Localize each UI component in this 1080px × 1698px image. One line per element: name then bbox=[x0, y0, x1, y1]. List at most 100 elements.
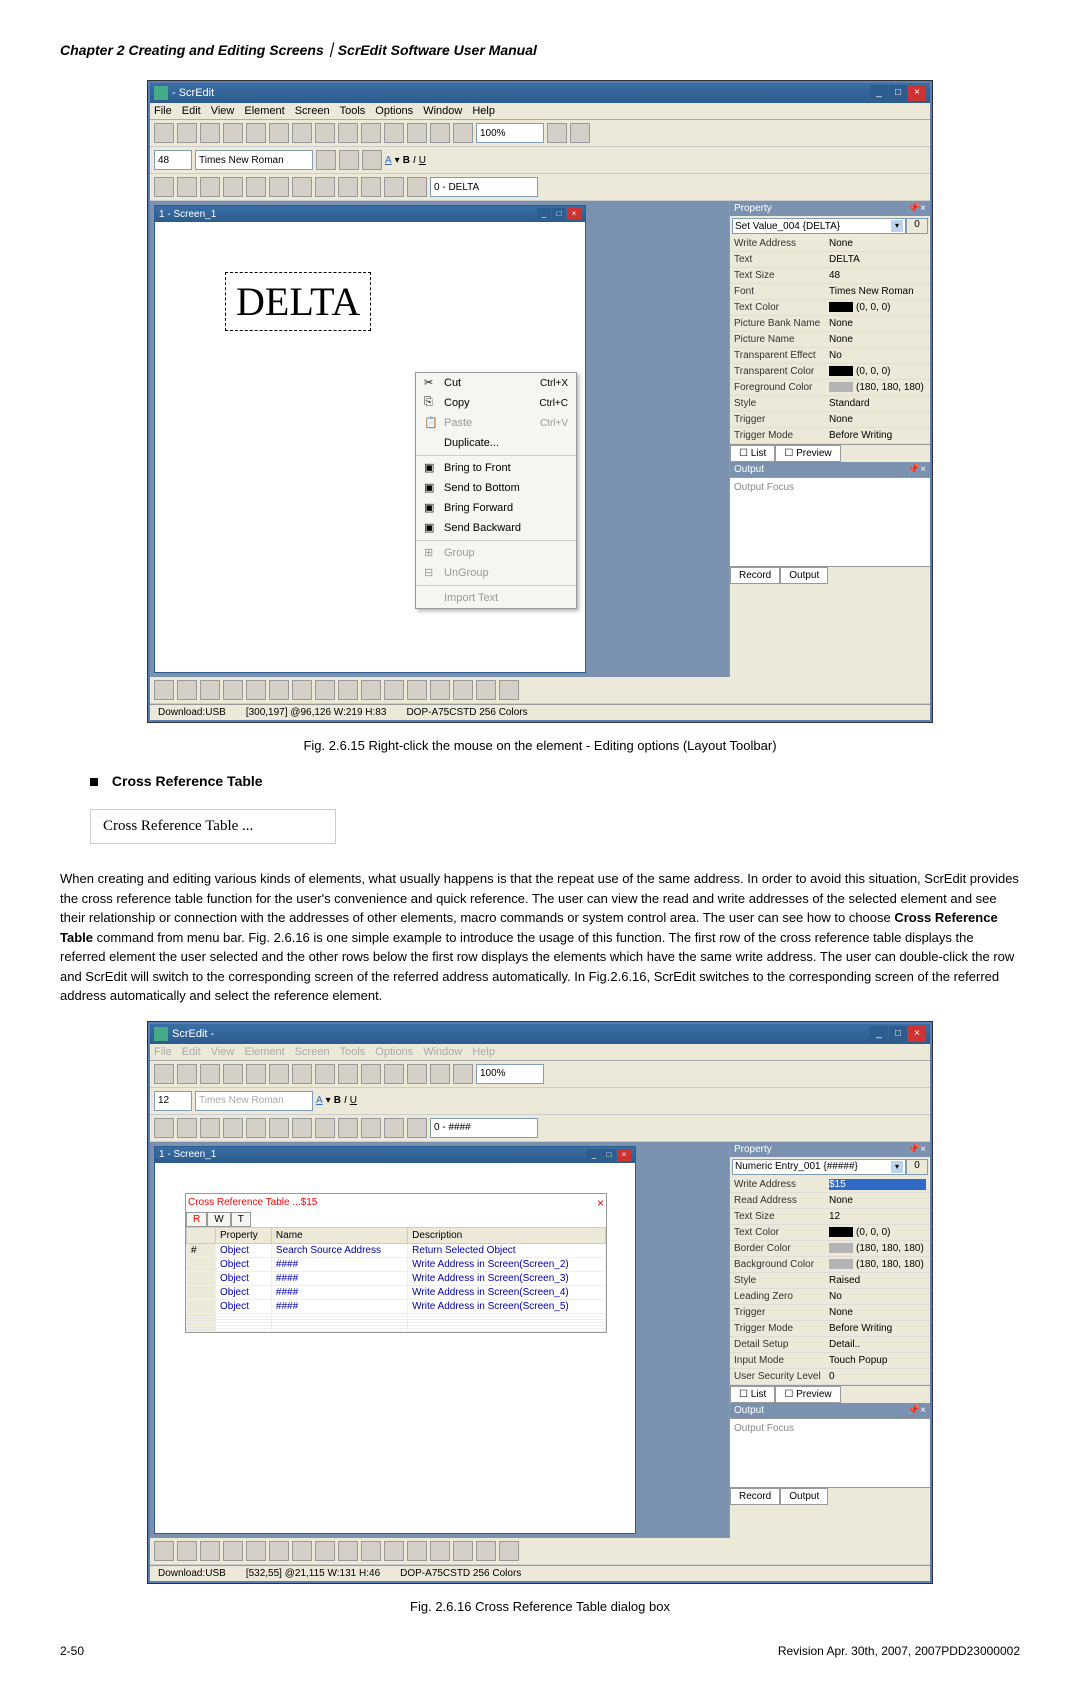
delta-element[interactable]: DELTA bbox=[225, 272, 371, 331]
toolbox-icon[interactable] bbox=[315, 680, 335, 700]
prop-value[interactable]: DELTA bbox=[829, 254, 926, 265]
menu-edit[interactable]: Edit bbox=[182, 1046, 201, 1058]
menu-window[interactable]: Window bbox=[423, 105, 462, 117]
crt-close-icon[interactable]: × bbox=[597, 1196, 604, 1210]
element-icon[interactable] bbox=[361, 177, 381, 197]
prop-value[interactable]: None bbox=[829, 318, 926, 329]
tab-output[interactable]: Output bbox=[780, 567, 828, 584]
cut-icon[interactable] bbox=[292, 1064, 312, 1084]
prop-value[interactable]: (180, 180, 180) bbox=[829, 1259, 926, 1270]
prop-value[interactable]: (0, 0, 0) bbox=[829, 1227, 926, 1238]
redo-icon[interactable] bbox=[269, 1064, 289, 1084]
close-button[interactable]: × bbox=[908, 1026, 926, 1042]
element-icon[interactable] bbox=[338, 1118, 358, 1138]
toolbox-icon[interactable] bbox=[177, 1541, 197, 1561]
menu-edit[interactable]: Edit bbox=[182, 105, 201, 117]
undo-icon[interactable] bbox=[246, 1064, 266, 1084]
toolbox-icon[interactable] bbox=[453, 1541, 473, 1561]
close-button[interactable]: × bbox=[908, 85, 926, 101]
menu-file[interactable]: File bbox=[154, 105, 172, 117]
element-icon[interactable] bbox=[292, 1118, 312, 1138]
toolbox-icon[interactable] bbox=[407, 680, 427, 700]
inner-close[interactable]: × bbox=[567, 208, 581, 220]
prop-value[interactable]: None bbox=[829, 334, 926, 345]
element-icon[interactable] bbox=[407, 177, 427, 197]
menu-help[interactable]: Help bbox=[472, 1046, 495, 1058]
element-icon[interactable] bbox=[292, 177, 312, 197]
crt-col-name[interactable]: Name bbox=[271, 1227, 407, 1243]
redo-icon[interactable] bbox=[269, 123, 289, 143]
element-icon[interactable] bbox=[223, 177, 243, 197]
tab-preview[interactable]: ☐ Preview bbox=[775, 1386, 840, 1403]
element-icon[interactable] bbox=[384, 1118, 404, 1138]
underline-icon[interactable]: U bbox=[350, 1095, 357, 1106]
element-icon[interactable] bbox=[407, 1118, 427, 1138]
toolbox-icon[interactable] bbox=[223, 680, 243, 700]
toolbox-icon[interactable] bbox=[200, 680, 220, 700]
open-icon[interactable] bbox=[177, 1064, 197, 1084]
prop-value[interactable]: Detail.. bbox=[829, 1339, 926, 1350]
table-row[interactable]: Object####Write Address in Screen(Screen… bbox=[187, 1257, 606, 1271]
grid-icon[interactable] bbox=[384, 123, 404, 143]
menu-send-backward[interactable]: ▣Send Backward bbox=[416, 518, 576, 538]
font-name-input[interactable] bbox=[195, 1091, 313, 1111]
toolbox-icon[interactable] bbox=[246, 680, 266, 700]
minimize-button[interactable]: _ bbox=[870, 1026, 888, 1042]
table-row[interactable]: Object####Write Address in Screen(Screen… bbox=[187, 1271, 606, 1285]
font-size-input[interactable] bbox=[154, 150, 192, 170]
toolbox-icon[interactable] bbox=[338, 680, 358, 700]
crt-col-num[interactable] bbox=[187, 1227, 216, 1243]
font-color-icon[interactable]: A bbox=[316, 1095, 323, 1106]
toolbox-icon[interactable] bbox=[154, 680, 174, 700]
toolbox-icon[interactable] bbox=[384, 680, 404, 700]
table-row[interactable]: Object####Write Address in Screen(Screen… bbox=[187, 1299, 606, 1313]
screen-dropdown[interactable] bbox=[430, 177, 538, 197]
copy-icon[interactable] bbox=[315, 123, 335, 143]
zoom-in-icon[interactable] bbox=[547, 123, 567, 143]
menu-view[interactable]: View bbox=[211, 1046, 235, 1058]
italic-icon[interactable]: I bbox=[413, 155, 416, 166]
minimize-button[interactable]: _ bbox=[870, 85, 888, 101]
align-right-icon[interactable] bbox=[362, 150, 382, 170]
element-icon[interactable] bbox=[338, 177, 358, 197]
zoom-out-icon[interactable] bbox=[570, 123, 590, 143]
toolbox-icon[interactable] bbox=[384, 1541, 404, 1561]
element-icon[interactable] bbox=[223, 1118, 243, 1138]
menu-view[interactable]: View bbox=[211, 105, 235, 117]
maximize-button[interactable]: □ bbox=[889, 1026, 907, 1042]
crt-col-property[interactable]: Property bbox=[216, 1227, 272, 1243]
element-icon[interactable] bbox=[269, 1118, 289, 1138]
prop-value[interactable]: (180, 180, 180) bbox=[829, 1243, 926, 1254]
undo-icon[interactable] bbox=[246, 123, 266, 143]
element-icon[interactable] bbox=[246, 177, 266, 197]
prop-value[interactable]: 12 bbox=[829, 1211, 926, 1222]
tab-list[interactable]: ☐ List bbox=[730, 445, 775, 462]
align-icon[interactable] bbox=[430, 123, 450, 143]
table-row[interactable]: Object####Write Address in Screen(Screen… bbox=[187, 1285, 606, 1299]
prop-value[interactable]: Before Writing bbox=[829, 430, 926, 441]
menu-bring-front[interactable]: ▣Bring to Front bbox=[416, 458, 576, 478]
snap-icon[interactable] bbox=[407, 1064, 427, 1084]
prop-value[interactable]: Before Writing bbox=[829, 1323, 926, 1334]
prop-value[interactable]: No bbox=[829, 1291, 926, 1302]
pin-icon[interactable]: 📌× bbox=[908, 1405, 926, 1416]
italic-icon[interactable]: I bbox=[344, 1095, 347, 1106]
element-icon[interactable] bbox=[177, 1118, 197, 1138]
element-icon[interactable] bbox=[177, 177, 197, 197]
menu-options[interactable]: Options bbox=[375, 105, 413, 117]
crt-tab-t[interactable]: T bbox=[231, 1212, 251, 1227]
underline-icon[interactable]: U bbox=[419, 155, 426, 166]
inner-minimize[interactable]: _ bbox=[537, 208, 551, 220]
toolbox-icon[interactable] bbox=[430, 1541, 450, 1561]
help-icon[interactable] bbox=[453, 123, 473, 143]
menu-tools[interactable]: Tools bbox=[340, 1046, 366, 1058]
toolbox-icon[interactable] bbox=[338, 1541, 358, 1561]
element-icon[interactable] bbox=[246, 1118, 266, 1138]
align-left-icon[interactable] bbox=[316, 150, 336, 170]
menu-element[interactable]: Element bbox=[244, 105, 284, 117]
snap-icon[interactable] bbox=[407, 123, 427, 143]
zoom-input[interactable] bbox=[476, 1064, 544, 1084]
tab-list[interactable]: ☐ List bbox=[730, 1386, 775, 1403]
pin-icon[interactable]: 📌× bbox=[908, 1144, 926, 1155]
toolbox-icon[interactable] bbox=[223, 1541, 243, 1561]
